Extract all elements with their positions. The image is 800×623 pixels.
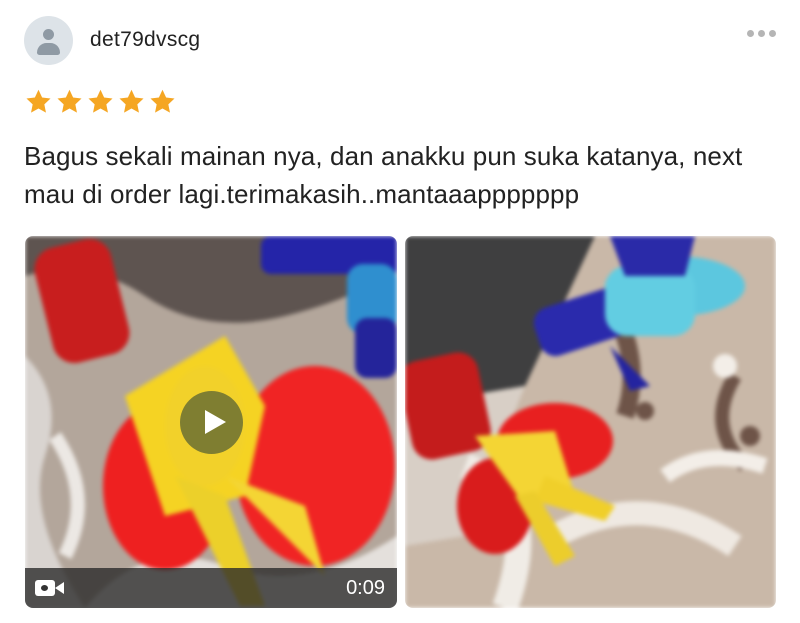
review-text: Bagus sekali mainan nya, dan anakku pun … — [24, 141, 743, 209]
review-photo-thumbnail[interactable] — [405, 236, 776, 608]
avatar-body-shape — [37, 43, 60, 55]
star-rating — [24, 88, 177, 116]
user-avatar[interactable] — [24, 16, 73, 65]
username[interactable]: det79dvscg — [90, 28, 200, 52]
video-info-bar: 0:09 — [25, 568, 397, 608]
star-icon — [26, 89, 51, 113]
star-icon — [88, 89, 113, 113]
star-icon — [57, 89, 82, 113]
more-options-icon[interactable] — [747, 30, 776, 37]
photo-image — [405, 236, 776, 608]
star-icon — [119, 89, 144, 113]
video-camera-icon — [35, 578, 65, 598]
star-icon — [150, 89, 175, 113]
review-video-thumbnail[interactable]: 0:09 — [25, 236, 397, 608]
avatar-head-shape — [43, 29, 54, 40]
video-duration: 0:09 — [346, 577, 385, 599]
play-button[interactable] — [180, 391, 243, 454]
